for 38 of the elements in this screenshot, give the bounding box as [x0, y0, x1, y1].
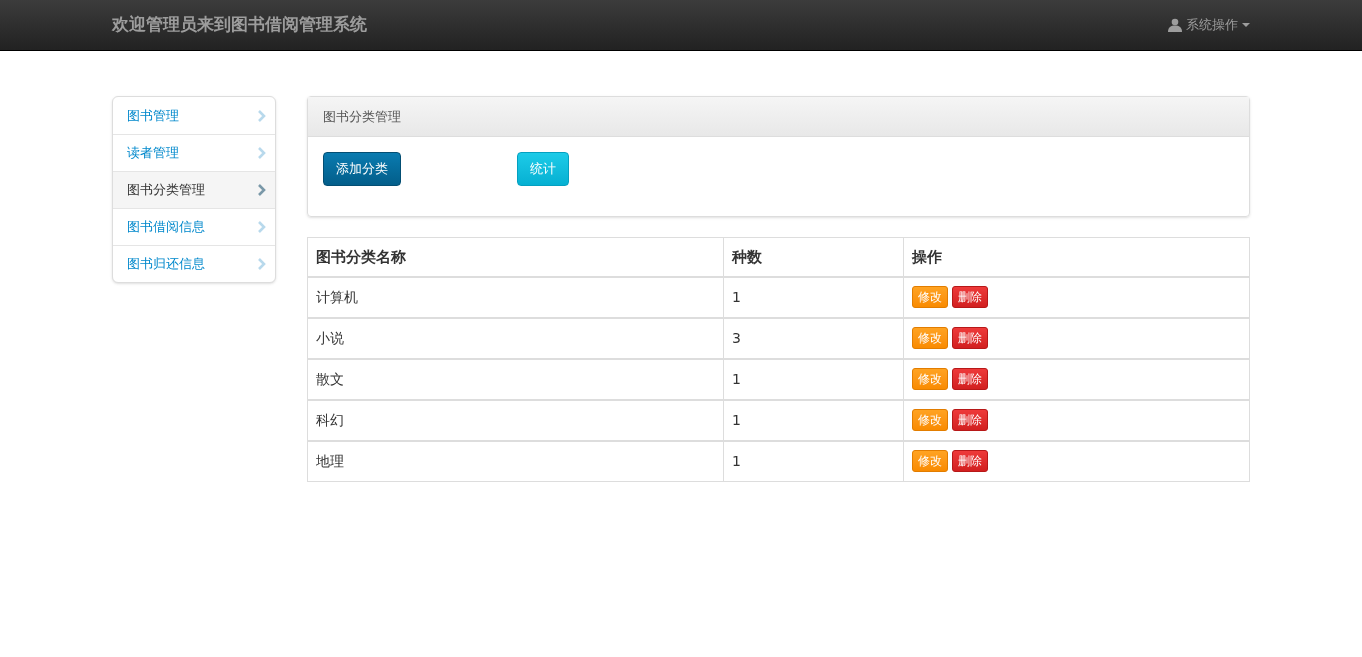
table-cell: 1: [723, 399, 904, 441]
delete-button[interactable]: 删除: [952, 409, 988, 431]
column-header: 操作: [903, 237, 1250, 277]
caret-icon: [1242, 23, 1250, 27]
table-cell: 散文: [307, 358, 724, 400]
sidebar-item[interactable]: 图书归还信息: [113, 245, 275, 282]
chevron-right-icon: [258, 184, 266, 196]
sidebar-item[interactable]: 图书管理: [113, 97, 275, 134]
edit-button[interactable]: 修改: [912, 368, 948, 390]
chevron-right-icon: [258, 147, 266, 159]
table-cell: 3: [723, 317, 904, 359]
table-cell: 小说: [307, 317, 724, 359]
user-icon: [1168, 18, 1182, 32]
delete-button[interactable]: 删除: [952, 450, 988, 473]
delete-button[interactable]: 删除: [952, 368, 988, 390]
table-cell: 计算机: [307, 276, 724, 318]
edit-button[interactable]: 修改: [912, 409, 948, 431]
edit-button[interactable]: 修改: [912, 327, 948, 349]
delete-button[interactable]: 删除: [952, 286, 988, 308]
edit-button[interactable]: 修改: [912, 450, 948, 473]
sidebar-item[interactable]: 图书分类管理: [113, 171, 275, 208]
system-menu[interactable]: 系统操作: [1168, 15, 1250, 35]
table-cell: 科幻: [307, 399, 724, 441]
table-cell: 1: [723, 358, 904, 400]
brand-title[interactable]: 欢迎管理员来到图书借阅管理系统: [112, 12, 367, 38]
table-cell: 地理: [307, 440, 724, 482]
chevron-right-icon: [258, 109, 266, 122]
column-header: 种数: [723, 237, 904, 277]
panel-header: 图书分类管理: [308, 97, 1249, 137]
add-button[interactable]: 添加分类: [323, 152, 401, 186]
chevron-right-icon: [258, 221, 266, 233]
stats-button[interactable]: 统计: [517, 152, 569, 186]
edit-button[interactable]: 修改: [912, 286, 948, 308]
table-cell: 1: [723, 440, 904, 482]
delete-button[interactable]: 删除: [952, 327, 988, 349]
sidebar-item[interactable]: 图书借阅信息: [113, 208, 275, 245]
chevron-right-icon: [258, 258, 266, 270]
column-header: 图书分类名称: [307, 237, 724, 277]
